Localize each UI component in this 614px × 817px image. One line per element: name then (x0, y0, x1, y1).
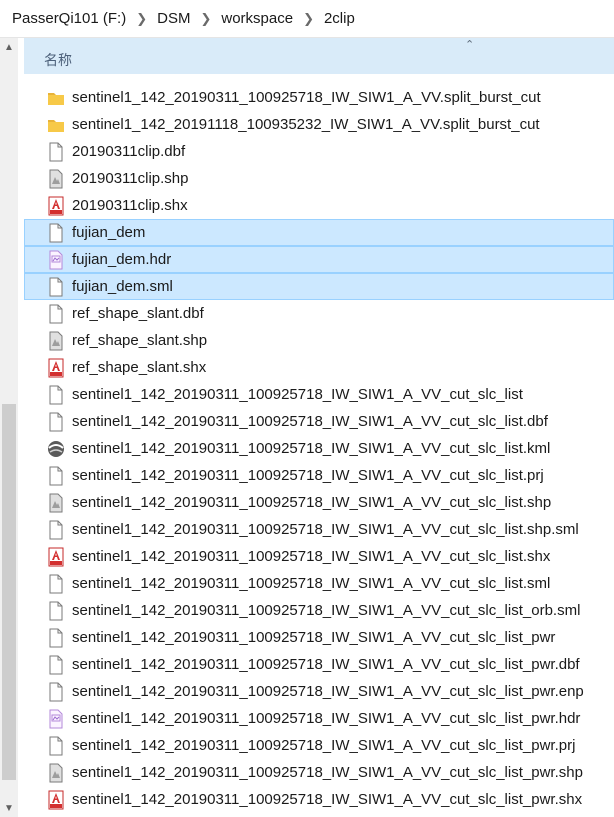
file-icon (46, 601, 66, 621)
shapefile-icon (46, 493, 66, 513)
file-icon (46, 142, 66, 162)
file-name: sentinel1_142_20190311_100925718_IW_SIW1… (72, 602, 581, 619)
scroll-thumb[interactable] (2, 404, 16, 780)
shapefile-icon (46, 331, 66, 351)
folder-icon (46, 115, 66, 135)
file-row[interactable]: fujian_dem (24, 219, 614, 246)
file-name: 20190311clip.dbf (72, 143, 186, 160)
shapefile-icon (46, 169, 66, 189)
file-name: sentinel1_142_20190311_100925718_IW_SIW1… (72, 413, 548, 430)
chevron-right-icon: ❯ (303, 10, 314, 26)
file-name: sentinel1_142_20190311_100925718_IW_SIW1… (72, 710, 581, 727)
breadcrumb-dsm[interactable]: DSM (157, 10, 190, 27)
file-name: fujian_dem.sml (72, 278, 173, 295)
file-row[interactable]: 20190311clip.shx (24, 192, 614, 219)
shapefile-icon (46, 763, 66, 783)
file-list: sentinel1_142_20190311_100925718_IW_SIW1… (24, 84, 614, 813)
file-row[interactable]: ref_shape_slant.shp (24, 327, 614, 354)
file-name: ref_shape_slant.shp (72, 332, 208, 349)
file-icon (46, 574, 66, 594)
vertical-scrollbar[interactable]: ▲ ▼ (0, 38, 18, 817)
file-name: sentinel1_142_20190311_100925718_IW_SIW1… (72, 683, 584, 700)
file-name: sentinel1_142_20190311_100925718_IW_SIW1… (72, 89, 541, 106)
file-row[interactable]: ref_shape_slant.dbf (24, 300, 614, 327)
file-row[interactable]: sentinel1_142_20190311_100925718_IW_SIW1… (24, 516, 614, 543)
file-icon (46, 223, 66, 243)
file-name: sentinel1_142_20190311_100925718_IW_SIW1… (72, 548, 551, 565)
autocad-file-icon (46, 196, 66, 216)
file-row[interactable]: sentinel1_142_20190311_100925718_IW_SIW1… (24, 759, 614, 786)
file-name: sentinel1_142_20190311_100925718_IW_SIW1… (72, 791, 583, 808)
scroll-up-icon[interactable]: ▲ (0, 38, 18, 56)
file-row[interactable]: sentinel1_142_20190311_100925718_IW_SIW1… (24, 381, 614, 408)
globe-icon (46, 439, 66, 459)
file-icon (46, 304, 66, 324)
chevron-right-icon: ❯ (200, 10, 212, 26)
file-list-pane: ▲ ▼ ⌃ 名称 sentinel1_142_20190311_10092571… (0, 38, 614, 817)
file-row[interactable]: sentinel1_142_20190311_100925718_IW_SIW1… (24, 624, 614, 651)
file-name: sentinel1_142_20190311_100925718_IW_SIW1… (72, 521, 579, 538)
file-icon (46, 412, 66, 432)
sort-ascending-icon: ⌃ (465, 39, 475, 51)
file-row[interactable]: sentinel1_142_20191118_100935232_IW_SIW1… (24, 111, 614, 138)
file-name: sentinel1_142_20190311_100925718_IW_SIW1… (72, 575, 551, 592)
file-icon (46, 277, 66, 297)
file-row[interactable]: sentinel1_142_20190311_100925718_IW_SIW1… (24, 786, 614, 813)
file-row[interactable]: sentinel1_142_20190311_100925718_IW_SIW1… (24, 732, 614, 759)
file-icon (46, 385, 66, 405)
file-name: sentinel1_142_20190311_100925718_IW_SIW1… (72, 764, 583, 781)
file-icon (46, 628, 66, 648)
file-row[interactable]: 20190311clip.shp (24, 165, 614, 192)
file-row[interactable]: sentinel1_142_20190311_100925718_IW_SIW1… (24, 651, 614, 678)
file-row[interactable]: sentinel1_142_20190311_100925718_IW_SIW1… (24, 408, 614, 435)
file-name: sentinel1_142_20190311_100925718_IW_SIW1… (72, 440, 551, 457)
autocad-file-icon (46, 358, 66, 378)
chevron-right-icon: ❯ (136, 10, 148, 26)
file-name: sentinel1_142_20190311_100925718_IW_SIW1… (72, 656, 580, 673)
file-row[interactable]: fujian_dem.sml (24, 273, 614, 300)
file-name: sentinel1_142_20191118_100935232_IW_SIW1… (72, 116, 540, 133)
file-name: sentinel1_142_20190311_100925718_IW_SIW1… (72, 629, 556, 646)
file-name: sentinel1_142_20190311_100925718_IW_SIW1… (72, 494, 552, 511)
file-row[interactable]: sentinel1_142_20190311_100925718_IW_SIW1… (24, 462, 614, 489)
file-name: sentinel1_142_20190311_100925718_IW_SIW1… (72, 467, 544, 484)
breadcrumb-drive[interactable]: PasserQi101 (F:) (12, 10, 126, 27)
file-row[interactable]: 20190311clip.dbf (24, 138, 614, 165)
file-row[interactable]: sentinel1_142_20190311_100925718_IW_SIW1… (24, 597, 614, 624)
file-row[interactable]: sentinel1_142_20190311_100925718_IW_SIW1… (24, 543, 614, 570)
column-header-name[interactable]: ⌃ 名称 (24, 38, 614, 74)
file-row[interactable]: sentinel1_142_20190311_100925718_IW_SIW1… (24, 678, 614, 705)
file-name: sentinel1_142_20190311_100925718_IW_SIW1… (72, 737, 576, 754)
file-name: ref_shape_slant.dbf (72, 305, 204, 322)
file-row[interactable]: ref_shape_slant.shx (24, 354, 614, 381)
image-file-icon (46, 250, 66, 270)
file-row[interactable]: sentinel1_142_20190311_100925718_IW_SIW1… (24, 84, 614, 111)
breadcrumb-workspace[interactable]: workspace (221, 10, 293, 27)
file-name: fujian_dem.hdr (72, 251, 172, 268)
autocad-file-icon (46, 547, 66, 567)
file-icon (46, 682, 66, 702)
file-row[interactable]: fujian_dem.hdr (24, 246, 614, 273)
scroll-down-icon[interactable]: ▼ (0, 799, 18, 817)
autocad-file-icon (46, 790, 66, 810)
file-icon (46, 655, 66, 675)
file-icon (46, 736, 66, 756)
file-name: sentinel1_142_20190311_100925718_IW_SIW1… (72, 386, 523, 403)
column-header-label: 名称 (44, 52, 72, 68)
file-name: 20190311clip.shp (72, 170, 189, 187)
file-row[interactable]: sentinel1_142_20190311_100925718_IW_SIW1… (24, 570, 614, 597)
file-row[interactable]: sentinel1_142_20190311_100925718_IW_SIW1… (24, 435, 614, 462)
file-row[interactable]: sentinel1_142_20190311_100925718_IW_SIW1… (24, 705, 614, 732)
file-name: 20190311clip.shx (72, 197, 188, 214)
folder-icon (46, 88, 66, 108)
file-name: fujian_dem (72, 224, 146, 241)
file-icon (46, 466, 66, 486)
breadcrumb-2clip[interactable]: 2clip (324, 10, 355, 27)
address-bar[interactable]: PasserQi101 (F:) ❯ DSM ❯ workspace ❯ 2cl… (0, 0, 614, 38)
file-row[interactable]: sentinel1_142_20190311_100925718_IW_SIW1… (24, 489, 614, 516)
image-file-icon (46, 709, 66, 729)
file-name: ref_shape_slant.shx (72, 359, 207, 376)
file-icon (46, 520, 66, 540)
